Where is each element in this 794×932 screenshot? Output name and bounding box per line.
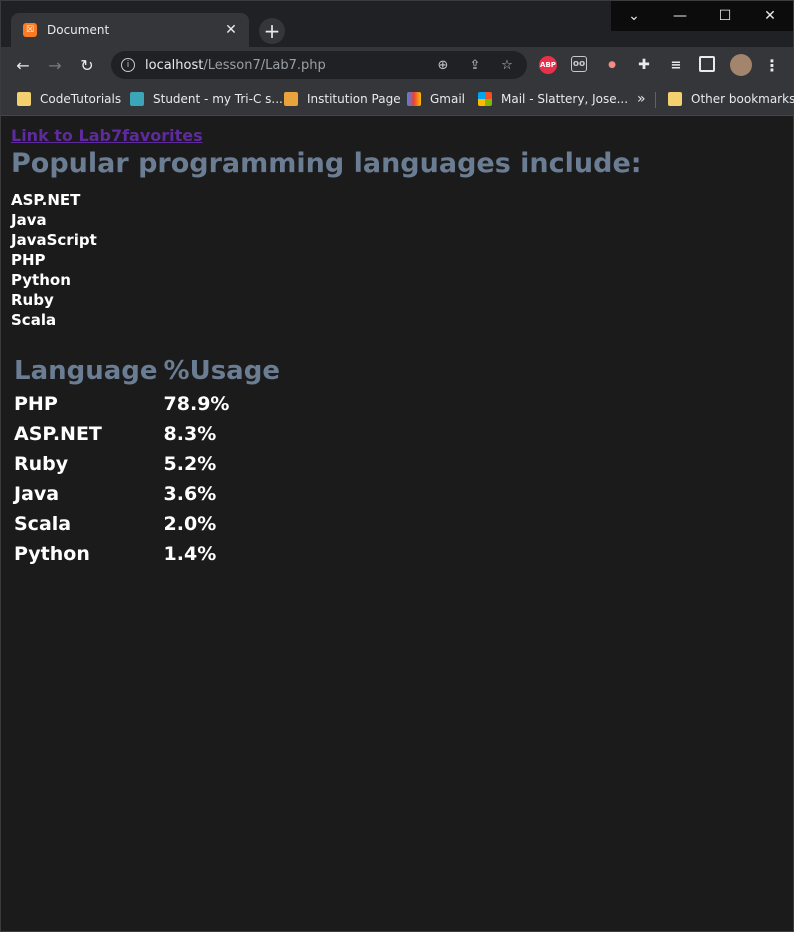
other-bookmarks-label: Other bookmarks — [691, 92, 794, 106]
bookmark-separator — [655, 92, 656, 108]
header-usage: %Usage — [163, 356, 280, 386]
folder-icon — [17, 92, 31, 106]
reload-icon[interactable]: ↻ — [75, 53, 99, 77]
bookmark-institution-page[interactable]: Institution Page — [284, 90, 401, 108]
close-icon[interactable]: ✕ — [221, 20, 241, 40]
header-language: Language — [14, 356, 158, 386]
url-text: localhost/Lesson7/Lab7.php — [145, 58, 326, 73]
cell-usage: 3.6% — [163, 483, 217, 505]
xampp-icon: ☒ — [23, 23, 37, 37]
lab7favorites-link[interactable]: Link to Lab7favorites — [11, 126, 203, 145]
adblock-plus-icon[interactable]: ABP — [539, 56, 557, 74]
list-item: ASP.NET — [11, 191, 81, 209]
share-icon[interactable]: ⇪ — [467, 57, 483, 73]
microsoft-icon — [478, 92, 492, 106]
tab-strip: ☒ Document ✕ + ⌄ — ☐ ✕ — [1, 1, 793, 47]
gmail-icon — [407, 92, 421, 106]
cell-language: Python — [14, 543, 90, 565]
zoom-icon[interactable]: ⊕ — [435, 57, 451, 73]
page-heading: Popular programming languages include: — [11, 148, 642, 179]
pencil-icon — [284, 92, 298, 106]
cell-usage: 1.4% — [163, 543, 217, 565]
maximize-icon[interactable]: ☐ — [702, 1, 748, 31]
bookmark-label: Institution Page — [307, 92, 401, 106]
snowflake-icon — [130, 92, 144, 106]
list-item: Ruby — [11, 291, 54, 309]
folder-icon — [668, 92, 682, 106]
table-row: Python 1.4% — [11, 540, 283, 570]
bookmarks-bar: CodeTutorials Student - my Tri-C s... In… — [1, 83, 794, 116]
side-panel-icon[interactable] — [699, 56, 715, 72]
list-item: JavaScript — [11, 231, 97, 249]
tab-document[interactable]: ☒ Document ✕ — [11, 13, 249, 47]
bookmark-label: Gmail — [430, 92, 466, 106]
pill-extension-icon[interactable]: ● — [603, 56, 621, 74]
cell-language: ASP.NET — [14, 423, 102, 445]
table-row: PHP 78.9% — [11, 390, 283, 420]
cell-usage: 8.3% — [163, 423, 217, 445]
tab-title: Document — [47, 23, 110, 37]
table-header-row: Language %Usage — [11, 354, 283, 390]
back-arrow-icon[interactable]: ← — [11, 53, 35, 77]
list-item: Python — [11, 271, 71, 289]
cell-language: Ruby — [14, 453, 69, 475]
other-bookmarks[interactable]: Other bookmarks — [668, 90, 794, 108]
bookmark-label: CodeTutorials — [40, 92, 122, 106]
extension-icon[interactable]: oo — [571, 56, 587, 72]
chevron-down-icon[interactable]: ⌄ — [611, 1, 657, 31]
url-host: localhost — [145, 57, 204, 73]
bookmarks-overflow-button[interactable]: » — [637, 90, 646, 108]
list-item: PHP — [11, 251, 46, 269]
cell-language: Java — [14, 483, 60, 505]
star-icon[interactable]: ☆ — [499, 57, 515, 73]
list-item: Scala — [11, 311, 57, 329]
usage-table: Language %Usage PHP 78.9% ASP.NET 8.3% R… — [11, 354, 283, 570]
puzzle-icon[interactable]: ✚ — [635, 56, 653, 74]
window-close-icon[interactable]: ✕ — [747, 1, 793, 31]
bookmark-gmail[interactable]: Gmail — [407, 90, 465, 108]
browser-window: ☒ Document ✕ + ⌄ — ☐ ✕ ← → ↻ i localhost… — [0, 0, 794, 932]
bookmark-student[interactable]: Student - my Tri-C s... — [130, 90, 283, 108]
table-row: Java 3.6% — [11, 480, 283, 510]
language-list: ASP.NET Java JavaScript PHP Python Ruby … — [11, 190, 97, 330]
minimize-icon[interactable]: — — [657, 1, 703, 31]
page-content: Link to Lab7favorites Popular programmin… — [1, 116, 793, 931]
info-icon[interactable]: i — [121, 58, 135, 72]
table-row: ASP.NET 8.3% — [11, 420, 283, 450]
avatar[interactable] — [730, 54, 752, 76]
table-row: Ruby 5.2% — [11, 450, 283, 480]
media-icon[interactable]: ≡ — [667, 56, 685, 74]
bookmark-label: Mail - Slattery, Jose... — [501, 92, 629, 106]
bookmark-mail[interactable]: Mail - Slattery, Jose... — [478, 90, 628, 108]
cell-usage: 2.0% — [163, 513, 217, 535]
bookmark-label: Student - my Tri-C s... — [153, 92, 283, 106]
address-bar[interactable]: i localhost/Lesson7/Lab7.php ⊕ ⇪ ☆ — [111, 51, 527, 79]
bookmark-codetutorials[interactable]: CodeTutorials — [17, 90, 121, 108]
url-path: /Lesson7/Lab7.php — [203, 57, 326, 73]
menu-icon[interactable]: ⋮ — [763, 56, 781, 75]
cell-usage: 78.9% — [163, 393, 230, 415]
list-item: Java — [11, 211, 47, 229]
new-tab-button[interactable]: + — [259, 18, 285, 44]
cell-language: PHP — [14, 393, 58, 415]
table-row: Scala 2.0% — [11, 510, 283, 540]
cell-usage: 5.2% — [163, 453, 217, 475]
forward-arrow-icon[interactable]: → — [43, 53, 67, 77]
cell-language: Scala — [14, 513, 72, 535]
toolbar: ← → ↻ i localhost/Lesson7/Lab7.php ⊕ ⇪ ☆… — [1, 47, 793, 83]
